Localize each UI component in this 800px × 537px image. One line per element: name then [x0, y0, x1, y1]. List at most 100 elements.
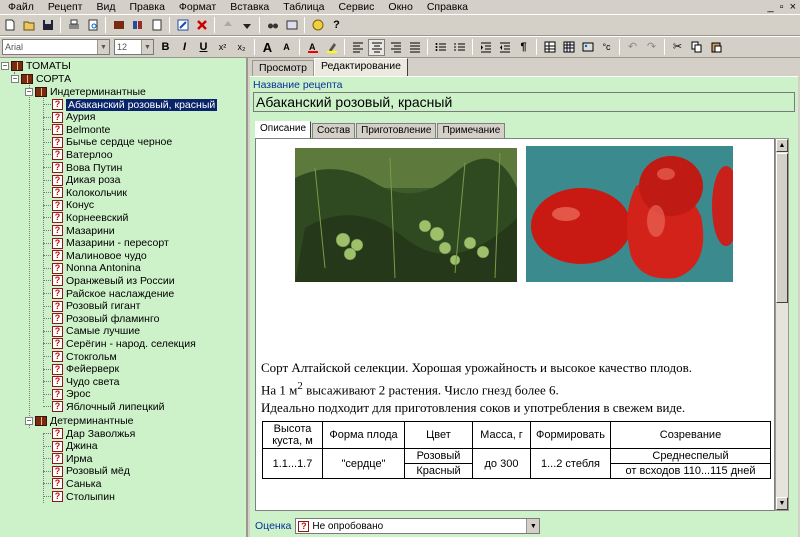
- new-icon[interactable]: [1, 17, 18, 34]
- collapse-icon[interactable]: −: [1, 61, 9, 70]
- tree-node-recipe[interactable]: Бычье сердце черное: [52, 136, 172, 149]
- library-icon[interactable]: [110, 17, 127, 34]
- menu-recipe[interactable]: Рецепт: [40, 0, 89, 14]
- tree-node-recipe[interactable]: Корнеевский: [52, 211, 128, 224]
- delete-icon[interactable]: [193, 17, 210, 34]
- menu-help[interactable]: Справка: [419, 0, 474, 14]
- rating-select[interactable]: Не опробовано ▼: [295, 518, 541, 534]
- menu-insert[interactable]: Вставка: [222, 0, 275, 14]
- help-icon[interactable]: ?: [328, 17, 345, 34]
- find-icon[interactable]: [264, 17, 281, 34]
- insert-table-icon[interactable]: [541, 39, 558, 56]
- tree-node-recipe[interactable]: Розовый мёд: [52, 465, 130, 478]
- menu-service[interactable]: Сервис: [330, 0, 380, 14]
- menu-format[interactable]: Формат: [171, 0, 222, 14]
- recipe-name-field[interactable]: Абаканский розовый, красный: [253, 92, 795, 112]
- collapse-icon[interactable]: −: [11, 74, 19, 83]
- tree-node-group[interactable]: − Индетерминантные: [25, 85, 146, 98]
- tree-node-recipe[interactable]: Серёгин - народ. селекция: [52, 337, 196, 350]
- menu-window[interactable]: Окно: [380, 0, 418, 14]
- tree-node-recipe[interactable]: Ирма: [52, 452, 92, 465]
- tab-notes[interactable]: Примечание: [437, 123, 506, 138]
- superscript-button[interactable]: x²: [214, 39, 231, 56]
- bullets-icon[interactable]: [432, 39, 449, 56]
- shrink-font-button[interactable]: A: [278, 39, 295, 56]
- move-down-icon[interactable]: [238, 17, 255, 34]
- tree-node-recipe[interactable]: Стокгольм: [52, 350, 117, 363]
- tree-node-root[interactable]: − ТОМАТЫ: [1, 59, 71, 72]
- tree-node-recipe[interactable]: Эрос: [52, 388, 90, 401]
- tab-edit[interactable]: Редактирование: [313, 58, 408, 76]
- scroll-down-icon[interactable]: ▼: [776, 497, 788, 510]
- subscript-button[interactable]: x₂: [233, 39, 250, 56]
- align-left-icon[interactable]: [349, 39, 366, 56]
- copy-icon[interactable]: [688, 39, 705, 56]
- tree-node-recipe[interactable]: Фейерверк: [52, 363, 119, 376]
- align-justify-icon[interactable]: [406, 39, 423, 56]
- tree-node-group[interactable]: − Детерминантные: [25, 414, 134, 427]
- tab-preview[interactable]: Просмотр: [252, 60, 314, 76]
- align-center-icon[interactable]: [368, 38, 385, 56]
- cut-icon[interactable]: ✂: [669, 39, 686, 56]
- table-grid-icon[interactable]: [560, 39, 577, 56]
- tab-preparation[interactable]: Приготовление: [356, 123, 437, 138]
- italic-button[interactable]: I: [176, 39, 193, 56]
- tree-node-recipe[interactable]: Джина: [52, 440, 98, 453]
- print-icon[interactable]: [65, 17, 82, 34]
- chevron-down-icon[interactable]: ▼: [526, 519, 540, 533]
- paragraph-icon[interactable]: ¶: [515, 39, 532, 56]
- tree-node-recipe[interactable]: Санька: [52, 477, 101, 490]
- menu-table[interactable]: Таблица: [275, 0, 330, 14]
- chevron-down-icon[interactable]: ▼: [141, 40, 153, 54]
- scroll-thumb[interactable]: [776, 153, 788, 303]
- numbering-icon[interactable]: [451, 39, 468, 56]
- tree-node-recipe[interactable]: Аурия: [52, 111, 95, 124]
- description-editor[interactable]: Сорт Алтайской селекции. Хорошая урожайн…: [255, 138, 775, 511]
- restore-button[interactable]: ▫: [780, 1, 784, 13]
- redo-icon[interactable]: ↷: [643, 39, 660, 56]
- tree-node-category[interactable]: − СОРТА: [11, 72, 71, 85]
- save-icon[interactable]: [39, 17, 56, 34]
- close-button[interactable]: ×: [790, 1, 796, 13]
- undo-icon[interactable]: ↶: [624, 39, 641, 56]
- chevron-down-icon[interactable]: ▼: [97, 40, 109, 54]
- tree-node-recipe[interactable]: Абаканский розовый, красный: [52, 98, 218, 111]
- font-combo[interactable]: Arial ▼: [2, 39, 110, 55]
- outdent-icon[interactable]: [496, 39, 513, 56]
- tree-node-recipe[interactable]: Nonna Antonina: [52, 262, 141, 275]
- tree-node-recipe[interactable]: Ватерлоо: [52, 148, 113, 161]
- tree-node-recipe[interactable]: Дикая роза: [52, 174, 120, 187]
- tree-node-recipe[interactable]: Розовый фламинго: [52, 312, 159, 325]
- tree-node-recipe[interactable]: Малиновое чудо: [52, 249, 147, 262]
- tree-node-recipe[interactable]: Конус: [52, 199, 94, 212]
- assistant-icon[interactable]: [309, 17, 326, 34]
- underline-button[interactable]: U: [195, 39, 212, 56]
- tree-node-recipe[interactable]: Яблочный липецкий: [52, 400, 164, 413]
- minimize-button[interactable]: _: [768, 1, 774, 13]
- font-color-icon[interactable]: A: [304, 39, 321, 56]
- move-up-icon[interactable]: [219, 17, 236, 34]
- insert-image-icon[interactable]: [579, 39, 596, 56]
- tree-node-recipe[interactable]: Чудо света: [52, 375, 120, 388]
- paste-icon[interactable]: [707, 39, 724, 56]
- font-size-combo[interactable]: 12 ▼: [114, 39, 154, 55]
- tree-node-recipe[interactable]: Оранжевый из России: [52, 274, 175, 287]
- tab-ingredients[interactable]: Состав: [312, 123, 356, 138]
- tree-node-recipe[interactable]: Райское наслаждение: [52, 287, 174, 300]
- tree-node-recipe[interactable]: Столыпин: [52, 490, 115, 503]
- collapse-icon[interactable]: −: [25, 416, 33, 425]
- grow-font-button[interactable]: A: [259, 39, 276, 56]
- special-char-icon[interactable]: °c: [598, 39, 615, 56]
- menu-file[interactable]: Файл: [0, 0, 40, 14]
- collapse-icon[interactable]: −: [25, 87, 33, 96]
- tree-node-recipe[interactable]: Самые лучшие: [52, 325, 140, 338]
- highlight-icon[interactable]: [323, 39, 340, 56]
- tree-node-recipe[interactable]: Мазарини - пересорт: [52, 237, 169, 250]
- scroll-up-icon[interactable]: ▲: [776, 139, 788, 152]
- bold-button[interactable]: B: [157, 39, 174, 56]
- preview-icon[interactable]: [84, 17, 101, 34]
- vertical-scrollbar[interactable]: ▲ ▼: [775, 138, 789, 511]
- open-icon[interactable]: [20, 17, 37, 34]
- edit-icon[interactable]: [174, 17, 191, 34]
- indent-icon[interactable]: [477, 39, 494, 56]
